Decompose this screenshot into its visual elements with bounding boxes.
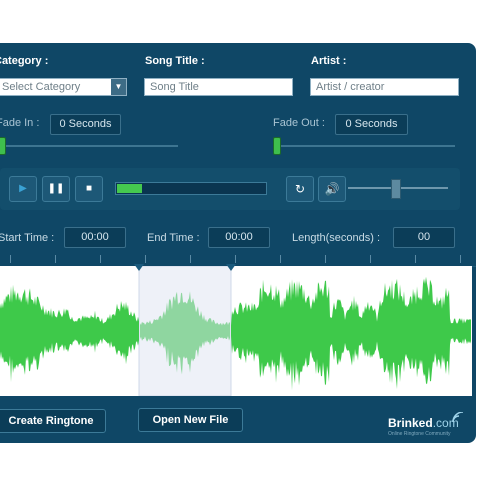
ruler-tick bbox=[325, 255, 326, 263]
start-time-field[interactable]: 00:00 bbox=[64, 227, 126, 248]
fade-in-slider-handle[interactable] bbox=[0, 137, 6, 155]
ruler-tick bbox=[190, 255, 191, 263]
fade-in-slider-track[interactable] bbox=[0, 145, 178, 147]
artist-label: Artist : bbox=[311, 55, 347, 67]
waveform-display[interactable] bbox=[0, 265, 472, 397]
fade-out-value: 0 Seconds bbox=[335, 114, 408, 135]
stop-button[interactable]: ■ bbox=[75, 176, 103, 202]
open-new-file-button[interactable]: Open New File bbox=[138, 408, 243, 432]
loop-icon: ↻ bbox=[294, 182, 306, 196]
logo-text: Brinked bbox=[388, 416, 433, 430]
pause-icon: ❚❚ bbox=[47, 183, 65, 194]
artist-input[interactable]: Artist / creator bbox=[310, 78, 459, 96]
category-select[interactable]: Select Category ▼ bbox=[0, 78, 127, 96]
start-time-label: Start Time : bbox=[0, 232, 55, 244]
song-title-label: Song Title : bbox=[145, 55, 205, 67]
ruler-tick bbox=[370, 255, 371, 263]
signal-waves-icon bbox=[452, 412, 464, 423]
length-field: 00 bbox=[393, 227, 455, 248]
volume-slider-handle[interactable] bbox=[391, 179, 401, 199]
ruler-tick bbox=[235, 255, 236, 263]
song-title-placeholder: Song Title bbox=[150, 81, 199, 93]
ruler-tick bbox=[10, 255, 11, 263]
loop-button[interactable]: ↻ bbox=[286, 176, 314, 202]
end-time-field[interactable]: 00:00 bbox=[208, 227, 270, 248]
ruler-tick bbox=[100, 255, 101, 263]
selection-start-marker[interactable] bbox=[134, 264, 146, 272]
ruler-tick bbox=[55, 255, 56, 263]
waveform-right bbox=[231, 276, 471, 391]
brinked-logo: Brinked.com bbox=[388, 416, 459, 430]
fade-in-value: 0 Seconds bbox=[50, 114, 121, 135]
create-ringtone-button[interactable]: Create Ringtone bbox=[0, 409, 106, 433]
waveform-graphic bbox=[0, 265, 471, 397]
waveform-left bbox=[0, 284, 139, 383]
end-time-label: End Time : bbox=[147, 232, 200, 244]
length-label: Length(seconds) : bbox=[292, 232, 381, 244]
play-button[interactable]: ▶ bbox=[9, 176, 37, 202]
fade-out-slider-track[interactable] bbox=[275, 145, 455, 147]
play-icon: ▶ bbox=[19, 183, 27, 194]
playback-progress-bar[interactable] bbox=[115, 182, 267, 195]
playback-progress-fill bbox=[117, 184, 142, 193]
volume-button[interactable]: 🔊 bbox=[318, 176, 346, 202]
selection-end-marker[interactable] bbox=[226, 264, 238, 272]
stop-icon: ■ bbox=[85, 183, 93, 194]
song-title-input[interactable]: Song Title bbox=[144, 78, 293, 96]
ruler-tick bbox=[145, 255, 146, 263]
fade-in-label: Fade In : bbox=[0, 117, 40, 129]
ruler-tick bbox=[280, 255, 281, 263]
timeline-ruler bbox=[0, 253, 476, 267]
category-label: Category : bbox=[0, 55, 49, 67]
ruler-tick bbox=[460, 255, 461, 263]
fade-out-slider-handle[interactable] bbox=[273, 137, 281, 155]
dropdown-arrow-icon[interactable]: ▼ bbox=[111, 79, 126, 95]
logo-tagline: Online Ringtone Community bbox=[388, 431, 451, 437]
category-selected-value: Select Category bbox=[2, 81, 81, 93]
fade-out-label: Fade Out : bbox=[273, 117, 325, 129]
pause-button[interactable]: ❚❚ bbox=[42, 176, 70, 202]
speaker-icon: 🔊 bbox=[324, 182, 340, 196]
ruler-tick bbox=[415, 255, 416, 263]
artist-placeholder: Artist / creator bbox=[316, 81, 385, 93]
